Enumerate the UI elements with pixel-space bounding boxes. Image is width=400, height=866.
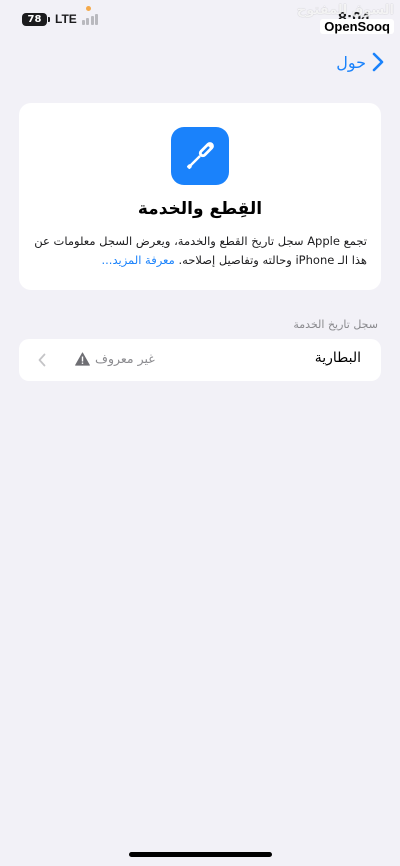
network-label: LTE <box>55 12 77 26</box>
warning-icon <box>75 352 90 366</box>
card-desc-line2-text: هذا الـ iPhone وحالته وتفاصيل إصلاحه. <box>178 253 367 267</box>
watermark-logo: السوق المفتوح OpenSooq <box>297 4 394 34</box>
watermark-english: OpenSooq <box>320 19 394 34</box>
row-label: البطارية <box>314 350 361 366</box>
signal-icon <box>81 13 99 25</box>
status-left: 78 LTE <box>22 12 99 26</box>
section-header: سجل تاريخ الخدمة <box>293 318 378 331</box>
home-indicator[interactable] <box>129 852 272 857</box>
chevron-right-icon <box>372 52 384 72</box>
card-desc-line1: تجمع Apple سجل تاريخ القطع والخدمة، ويعر… <box>34 234 367 248</box>
card-title: القِطع والخدمة <box>137 199 263 219</box>
back-button-label: حول <box>336 52 366 72</box>
status-bar: 78 LTE 8:04 السوق المفتوح OpenSooq <box>0 0 400 44</box>
battery-icon: 78 <box>22 12 47 26</box>
row-value: غير معروف <box>95 351 155 366</box>
learn-more-link[interactable]: معرفة المزيد... <box>102 253 175 267</box>
chevron-left-icon <box>38 353 46 367</box>
card-desc-line2: هذا الـ iPhone وحالته وتفاصيل إصلاحه. مع… <box>33 251 368 270</box>
watermark-arabic: السوق المفتوح <box>296 3 394 18</box>
privacy-indicator-dot <box>86 6 91 11</box>
battery-nub <box>48 16 50 22</box>
parts-service-card: القِطع والخدمة تجمع Apple سجل تاريخ القط… <box>19 103 381 290</box>
battery-row[interactable]: البطارية غير معروف <box>19 339 381 381</box>
screwdriver-icon <box>171 127 229 185</box>
card-description: تجمع Apple سجل تاريخ القطع والخدمة، ويعر… <box>33 232 367 270</box>
back-button[interactable]: حول <box>336 52 384 72</box>
